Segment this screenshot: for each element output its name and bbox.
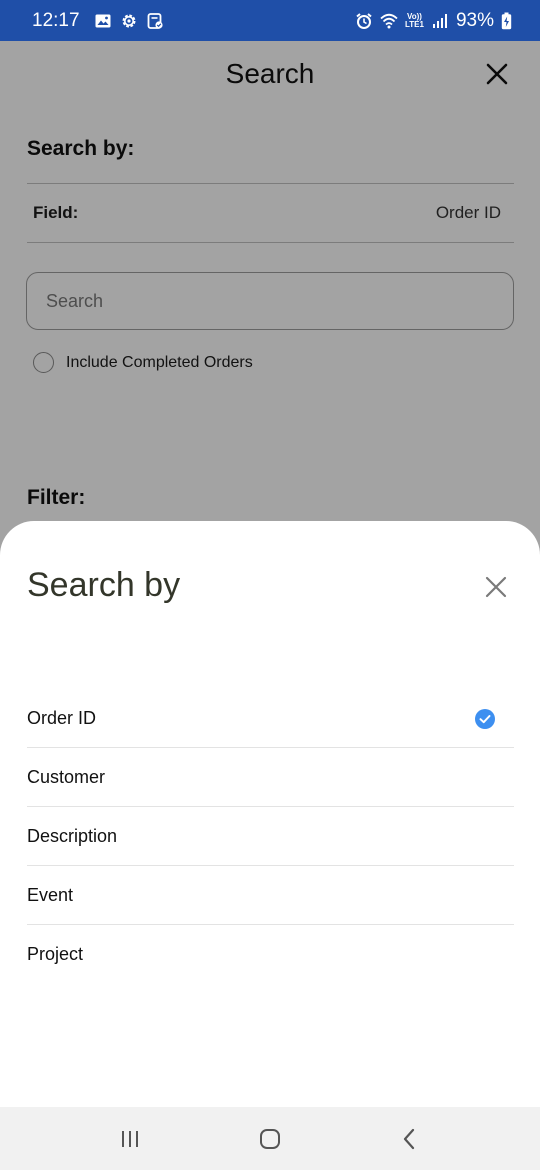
close-icon[interactable] xyxy=(483,574,509,600)
check-circle-icon xyxy=(475,708,495,729)
image-icon xyxy=(94,12,112,30)
option-project[interactable]: Project xyxy=(27,925,514,984)
status-time: 12:17 xyxy=(32,9,80,31)
status-bar: 12:17 Vo)) LTE1 93% xyxy=(0,0,540,41)
option-event[interactable]: Event xyxy=(27,866,514,925)
option-label: Project xyxy=(27,944,84,964)
recents-icon[interactable] xyxy=(110,1119,150,1159)
home-icon[interactable] xyxy=(250,1119,290,1159)
battery-percent: 93% xyxy=(455,9,494,31)
back-icon[interactable] xyxy=(390,1119,430,1159)
battery-charging-icon xyxy=(501,12,512,30)
lte-text: LTE1 xyxy=(405,19,424,29)
search-by-sheet: Search by Order ID Customer Description … xyxy=(0,521,540,1107)
option-label: Customer xyxy=(27,767,106,787)
sheet-title: Search by xyxy=(27,566,181,604)
option-label: Event xyxy=(27,885,74,905)
option-description[interactable]: Description xyxy=(27,807,514,866)
option-label: Order ID xyxy=(27,708,97,728)
system-nav-bar xyxy=(0,1107,540,1170)
alarm-icon xyxy=(355,12,373,30)
option-order-id[interactable]: Order ID xyxy=(27,689,514,748)
wifi-icon xyxy=(380,12,398,30)
volte-lte-icon: Vo)) LTE1 xyxy=(405,12,424,29)
option-customer[interactable]: Customer xyxy=(27,748,514,807)
signal-icon xyxy=(431,12,449,30)
option-label: Description xyxy=(27,826,118,846)
clipboard-check-icon xyxy=(146,12,164,30)
settings-gear-icon xyxy=(120,12,138,30)
